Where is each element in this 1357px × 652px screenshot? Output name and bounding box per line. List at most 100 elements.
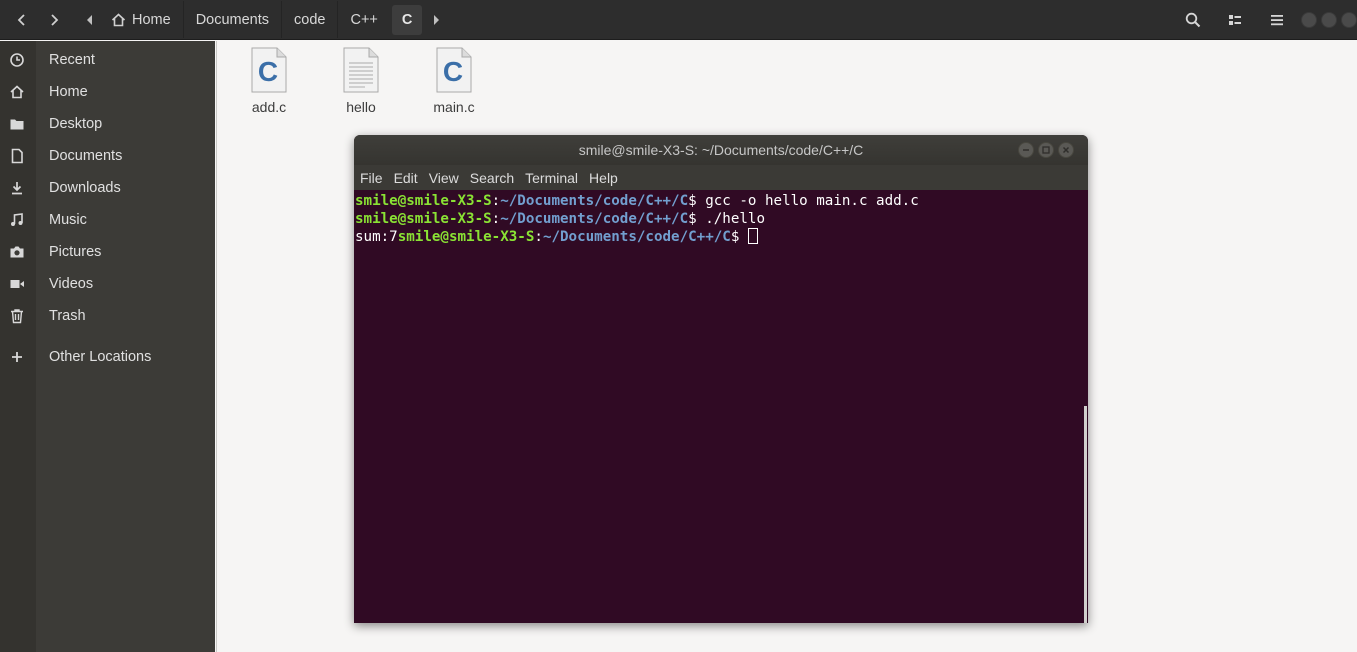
- sidebar-item-label: Home: [49, 84, 88, 100]
- file-name: hello: [346, 99, 376, 115]
- menu-file[interactable]: File: [360, 170, 383, 186]
- breadcrumb-label: Home: [132, 11, 171, 28]
- camera-icon: [8, 243, 26, 261]
- prompt-user: smile@smile-X3-S: [355, 193, 492, 209]
- sidebar-item-label: Documents: [49, 148, 123, 164]
- file-name: add.c: [251, 99, 287, 115]
- text-cursor: [747, 228, 758, 244]
- sidebar-item-trash[interactable]: Trash: [0, 300, 215, 332]
- folder-icon: [8, 115, 26, 133]
- sidebar-item-pictures[interactable]: Pictures: [0, 236, 215, 268]
- breadcrumb-scroll-right-button[interactable]: [424, 1, 448, 38]
- trash-icon: [8, 307, 26, 325]
- document-icon: [8, 147, 26, 165]
- breadcrumb-c[interactable]: C: [391, 4, 423, 35]
- menu-help[interactable]: Help: [589, 170, 618, 186]
- terminal-line: smile@smile-X3-S:~/Documents/code/C++/C$…: [355, 193, 919, 209]
- sidebar-item-documents[interactable]: Documents: [0, 140, 215, 172]
- minimize-icon: [1023, 149, 1029, 151]
- program-output: sum:7: [355, 229, 398, 245]
- sidebar-item-videos[interactable]: Videos: [0, 268, 215, 300]
- file-item-add-c[interactable]: C add.c: [229, 47, 309, 115]
- prompt-path: ~/Documents/code/C++/C: [542, 229, 731, 245]
- close-icon: [1062, 146, 1070, 154]
- breadcrumb-home[interactable]: Home: [102, 1, 183, 38]
- breadcrumb-documents[interactable]: Documents: [182, 1, 281, 38]
- terminal-window-controls: [1018, 142, 1074, 158]
- terminal-line: sum:7smile@smile-X3-S:~/Documents/code/C…: [355, 228, 1087, 246]
- terminal-scrollbar[interactable]: [1084, 406, 1087, 623]
- file-item-main-c[interactable]: C main.c: [414, 47, 494, 115]
- sidebar-item-recent[interactable]: Recent: [0, 44, 215, 76]
- menu-terminal[interactable]: Terminal: [525, 170, 578, 186]
- chevron-right-icon: [51, 13, 59, 26]
- c-source-file-icon: C: [436, 47, 472, 93]
- minimize-button[interactable]: [1301, 12, 1317, 28]
- prompt-user: smile@smile-X3-S: [397, 229, 535, 245]
- prompt-user: smile@smile-X3-S: [355, 211, 492, 227]
- view-toggle-button[interactable]: [1220, 4, 1250, 35]
- terminal-line: smile@smile-X3-S:~/Documents/code/C++/C$…: [355, 211, 766, 227]
- breadcrumb: Home Documents code C++ C: [78, 1, 448, 38]
- file-name: main.c: [433, 99, 475, 115]
- search-icon: [1185, 12, 1201, 27]
- terminal-maximize-button[interactable]: [1038, 142, 1054, 158]
- sidebar-item-label: Videos: [49, 276, 94, 292]
- terminal-close-button[interactable]: [1058, 142, 1074, 158]
- window-controls: [1301, 12, 1357, 28]
- sidebar-item-label: Trash: [49, 308, 86, 324]
- menu-edit[interactable]: Edit: [394, 170, 418, 186]
- breadcrumb-code[interactable]: code: [281, 1, 337, 38]
- prompt-path: ~/Documents/code/C++/C: [500, 211, 689, 227]
- file-item-hello[interactable]: hello: [321, 47, 401, 115]
- triangle-left-icon: [87, 14, 92, 25]
- sidebar-item-label: Desktop: [49, 116, 103, 132]
- music-icon: [8, 211, 26, 229]
- menu-view[interactable]: View: [429, 170, 459, 186]
- plus-icon: [8, 348, 26, 366]
- sidebar-item-music[interactable]: Music: [0, 204, 215, 236]
- terminal-titlebar[interactable]: smile@smile-X3-S: ~/Documents/code/C++/C: [354, 135, 1088, 165]
- terminal-menubar: File Edit View Search Terminal Help: [354, 165, 1088, 190]
- sidebar-item-other-locations[interactable]: Other Locations: [0, 341, 215, 373]
- headerbar: Home Documents code C++ C: [0, 0, 1357, 40]
- triangle-right-icon: [434, 14, 440, 25]
- svg-text:C: C: [258, 56, 278, 87]
- list-view-icon: [1229, 14, 1241, 25]
- terminal-command: [739, 229, 748, 245]
- terminal-output[interactable]: smile@smile-X3-S:~/Documents/code/C++/C$…: [354, 190, 1088, 623]
- home-icon: [8, 83, 26, 101]
- sidebar-item-label: Other Locations: [49, 349, 152, 365]
- c-source-file-icon: C: [251, 47, 287, 93]
- terminal-window[interactable]: smile@smile-X3-S: ~/Documents/code/C++/C…: [354, 135, 1088, 623]
- sidebar-item-desktop[interactable]: Desktop: [0, 108, 215, 140]
- hamburger-menu-icon: [1271, 14, 1283, 25]
- video-icon: [8, 275, 26, 293]
- svg-text:C: C: [443, 56, 463, 87]
- maximize-button[interactable]: [1321, 12, 1337, 28]
- forward-button[interactable]: [38, 4, 70, 35]
- download-icon: [8, 179, 26, 197]
- back-button[interactable]: [6, 4, 38, 35]
- sidebar-item-label: Recent: [49, 52, 95, 68]
- prompt-path: ~/Documents/code/C++/C: [500, 193, 689, 209]
- breadcrumb-scroll-left-button[interactable]: [78, 1, 102, 38]
- terminal-minimize-button[interactable]: [1018, 142, 1034, 158]
- sidebar-item-label: Downloads: [49, 180, 121, 196]
- menu-button[interactable]: [1262, 4, 1292, 35]
- sidebar-item-downloads[interactable]: Downloads: [0, 172, 215, 204]
- home-icon: [111, 12, 126, 26]
- sidebar-item-home[interactable]: Home: [0, 76, 215, 108]
- chevron-left-icon: [17, 13, 25, 26]
- breadcrumb-cpp[interactable]: C++: [337, 1, 389, 38]
- clock-icon: [8, 51, 26, 69]
- terminal-command: gcc -o hello main.c add.c: [696, 193, 919, 209]
- close-button[interactable]: [1341, 12, 1357, 28]
- sidebar: Recent Home Desktop Documents Downloads …: [0, 41, 215, 652]
- search-button[interactable]: [1178, 4, 1208, 35]
- maximize-icon: [1042, 146, 1050, 154]
- menu-search[interactable]: Search: [470, 170, 514, 186]
- terminal-title: smile@smile-X3-S: ~/Documents/code/C++/C: [578, 142, 864, 158]
- executable-file-icon: [343, 47, 379, 93]
- sidebar-item-label: Music: [49, 212, 87, 228]
